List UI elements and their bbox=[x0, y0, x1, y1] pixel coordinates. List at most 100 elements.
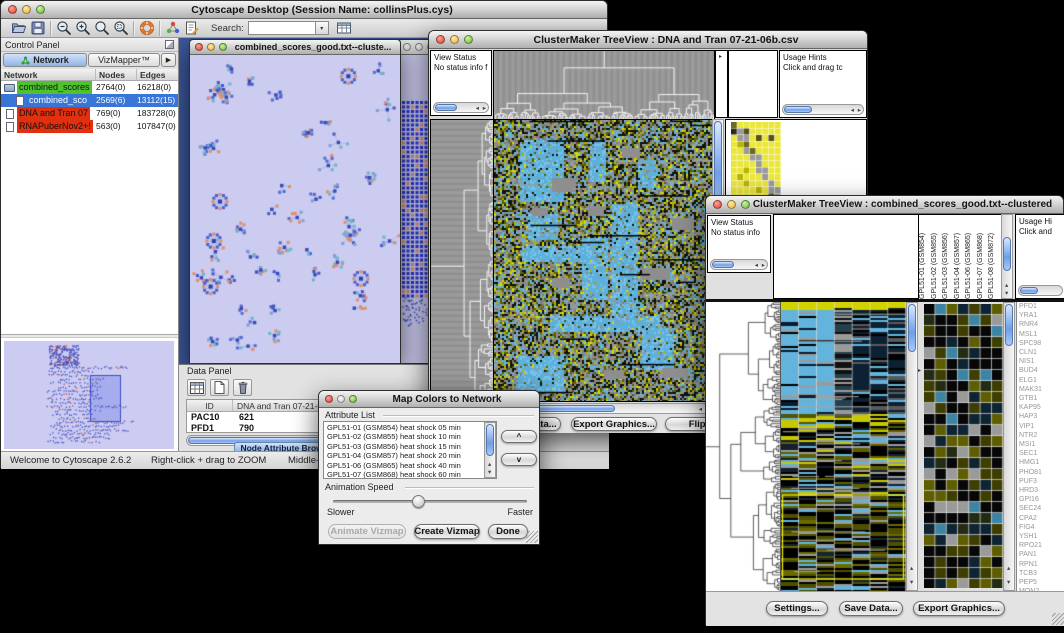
tv1-column-label[interactable] bbox=[731, 51, 739, 117]
tab-network[interactable]: Network bbox=[3, 53, 87, 67]
attribute-option[interactable]: GPL51-06 (GSM865) heat shock 40 min bbox=[324, 461, 483, 470]
tv2-export-graphics-button[interactable]: Export Graphics... bbox=[913, 601, 1005, 616]
gene-label[interactable]: CLN1 bbox=[1017, 348, 1064, 357]
create-vizmap-button[interactable]: Create Vizmap bbox=[414, 524, 480, 539]
scroll-left-icon[interactable]: ◂ bbox=[476, 105, 479, 112]
trash-icon[interactable] bbox=[233, 379, 252, 396]
resize-grip[interactable] bbox=[526, 531, 538, 543]
scrollbar-thumb[interactable] bbox=[712, 261, 734, 268]
scroll-left-icon[interactable]: ◂ bbox=[699, 406, 702, 413]
scroll-down-icon[interactable]: ▾ bbox=[488, 469, 491, 476]
zoom-window-icon[interactable] bbox=[219, 43, 227, 51]
float-panel-icon[interactable] bbox=[165, 40, 174, 49]
expand-arrow-icon[interactable]: ▸ bbox=[719, 53, 722, 60]
tv1-status-hscrollbar[interactable]: ◂ ▸ bbox=[433, 102, 489, 113]
gene-label[interactable]: PUF3 bbox=[1017, 477, 1064, 486]
scrollbar-thumb[interactable] bbox=[1020, 287, 1038, 294]
gene-label[interactable]: GTB1 bbox=[1017, 394, 1064, 403]
tv1-column-label[interactable] bbox=[769, 51, 777, 117]
network-canvas-1[interactable] bbox=[190, 55, 400, 363]
minimize-icon[interactable] bbox=[337, 395, 345, 403]
gene-label[interactable]: FIG4 bbox=[1017, 523, 1064, 532]
resize-grip[interactable] bbox=[1052, 613, 1064, 625]
gene-label[interactable]: NTR2 bbox=[1017, 431, 1064, 440]
gene-label[interactable]: MAK31 bbox=[1017, 385, 1064, 394]
tv2-titlebar[interactable]: ClusterMaker TreeView : combined_scores_… bbox=[706, 196, 1063, 214]
close-icon[interactable] bbox=[713, 200, 722, 209]
scroll-right-icon[interactable]: ▸ bbox=[762, 262, 765, 269]
tv1-heatmap[interactable] bbox=[493, 119, 713, 402]
scrollbar-thumb[interactable] bbox=[435, 104, 457, 111]
scroll-up-icon[interactable]: ▴ bbox=[1007, 565, 1010, 572]
zoom-in-icon[interactable] bbox=[73, 19, 92, 37]
tv2-column-label[interactable]: GPL51-03 (GSM856) bbox=[942, 215, 954, 299]
scroll-left-icon[interactable]: ◂ bbox=[755, 262, 758, 269]
help-ring-icon[interactable] bbox=[137, 19, 156, 37]
attribute-option[interactable]: GPL51-04 (GSM857) heat shock 20 min bbox=[324, 451, 483, 460]
search-dropdown-icon[interactable]: ▾ bbox=[316, 21, 329, 35]
network-list-row[interactable]: DNA and Tran 07 769(0) 183728(0) bbox=[1, 107, 178, 120]
close-icon[interactable] bbox=[8, 5, 17, 14]
scrollbar-thumb[interactable] bbox=[908, 304, 916, 352]
scrollbar-thumb[interactable] bbox=[486, 424, 494, 456]
network-list-row[interactable]: combined_sco 2569(6) 13112(15) bbox=[1, 94, 178, 107]
gene-label[interactable]: HAP3 bbox=[1017, 412, 1064, 421]
main-titlebar[interactable]: Cytoscape Desktop (Session Name: collins… bbox=[1, 1, 607, 19]
birdseye-view[interactable] bbox=[4, 341, 174, 449]
tv2-row-dendrogram[interactable] bbox=[706, 302, 781, 591]
tv1-column-label[interactable] bbox=[746, 51, 754, 117]
save-icon[interactable] bbox=[28, 19, 47, 37]
scroll-left-icon[interactable]: ◂ bbox=[851, 107, 854, 114]
gene-label[interactable]: RPO21 bbox=[1017, 541, 1064, 550]
scroll-down-icon[interactable]: ▾ bbox=[910, 579, 913, 586]
expand-arrow-icon[interactable]: ▸ bbox=[918, 367, 921, 374]
panel-divider-handle[interactable] bbox=[1, 334, 178, 338]
search-input[interactable] bbox=[248, 21, 316, 35]
attribute-listbox[interactable]: GPL51-01 (GSM854) heat shock 05 min GPL51… bbox=[323, 421, 497, 479]
tv2-column-dendrogram-area[interactable] bbox=[773, 214, 919, 299]
gene-label[interactable]: MSI1 bbox=[1017, 440, 1064, 449]
minimize-icon[interactable] bbox=[415, 43, 423, 51]
close-icon[interactable] bbox=[403, 43, 411, 51]
done-button[interactable]: Done bbox=[488, 524, 528, 539]
gene-label[interactable]: PHO81 bbox=[1017, 468, 1064, 477]
gene-label[interactable]: PEP5 bbox=[1017, 578, 1064, 587]
gene-label[interactable]: PFD1 bbox=[1017, 302, 1064, 311]
dialog-titlebar[interactable]: Map Colors to Network bbox=[319, 391, 539, 408]
tv2-save-data-button[interactable]: Save Data... bbox=[839, 601, 903, 616]
tv2-settings-button[interactable]: Settings... bbox=[766, 601, 828, 616]
network-list-row[interactable]: combined_scores 2764(0) 16218(0) bbox=[1, 81, 178, 94]
gene-label[interactable]: SPC98 bbox=[1017, 339, 1064, 348]
tv2-column-label[interactable]: GPL51-08 (GSM872) bbox=[988, 215, 1000, 299]
tv2-column-label[interactable]: GPL51-04 (GSM857) bbox=[954, 215, 966, 299]
zoom-window-icon[interactable] bbox=[36, 5, 45, 14]
tv1-export-graphics-button[interactable]: Export Graphics... bbox=[571, 417, 657, 431]
gene-label[interactable]: SEC1 bbox=[1017, 449, 1064, 458]
attribute-option[interactable]: GPL51-03 (GSM856) heat shock 15 min bbox=[324, 442, 483, 451]
attribute-option[interactable]: GPL51-01 (GSM854) heat shock 05 min bbox=[324, 423, 483, 432]
zoom-window-icon[interactable] bbox=[349, 395, 357, 403]
gene-label[interactable]: YRA1 bbox=[1017, 311, 1064, 320]
move-down-button[interactable]: v bbox=[501, 453, 537, 466]
zoom-selected-icon[interactable] bbox=[92, 19, 111, 37]
tv2-status-hscrollbar[interactable]: ◂ ▸ bbox=[710, 259, 768, 270]
new-attribute-icon[interactable] bbox=[210, 379, 229, 396]
scrollbar-thumb[interactable] bbox=[1005, 304, 1013, 346]
annotation-icon[interactable] bbox=[182, 19, 201, 37]
tv2-labels-vscrollbar[interactable]: ▴ ▾ bbox=[1001, 214, 1013, 299]
gene-label[interactable]: NIS1 bbox=[1017, 357, 1064, 366]
scroll-up-icon[interactable]: ▴ bbox=[488, 461, 491, 468]
gene-label[interactable]: KAP95 bbox=[1017, 403, 1064, 412]
tv1-similarity-matrix[interactable] bbox=[731, 122, 781, 200]
scroll-down-icon[interactable]: ▾ bbox=[1005, 290, 1008, 297]
gene-label[interactable]: CPA2 bbox=[1017, 514, 1064, 523]
gene-label[interactable]: RNR4 bbox=[1017, 320, 1064, 329]
import-table-icon[interactable] bbox=[335, 19, 354, 37]
tab-overflow-button[interactable]: ▶ bbox=[161, 53, 176, 67]
close-icon[interactable] bbox=[325, 395, 333, 403]
tv2-column-label[interactable]: GPL51-01 (GSM854) bbox=[919, 215, 931, 299]
scrollbar-thumb[interactable] bbox=[784, 106, 812, 113]
tv2-heatmap[interactable] bbox=[781, 302, 906, 591]
animation-speed-slider-thumb[interactable] bbox=[412, 495, 425, 508]
tv2-column-label[interactable]: GPL51-02 (GSM855) bbox=[931, 215, 943, 299]
